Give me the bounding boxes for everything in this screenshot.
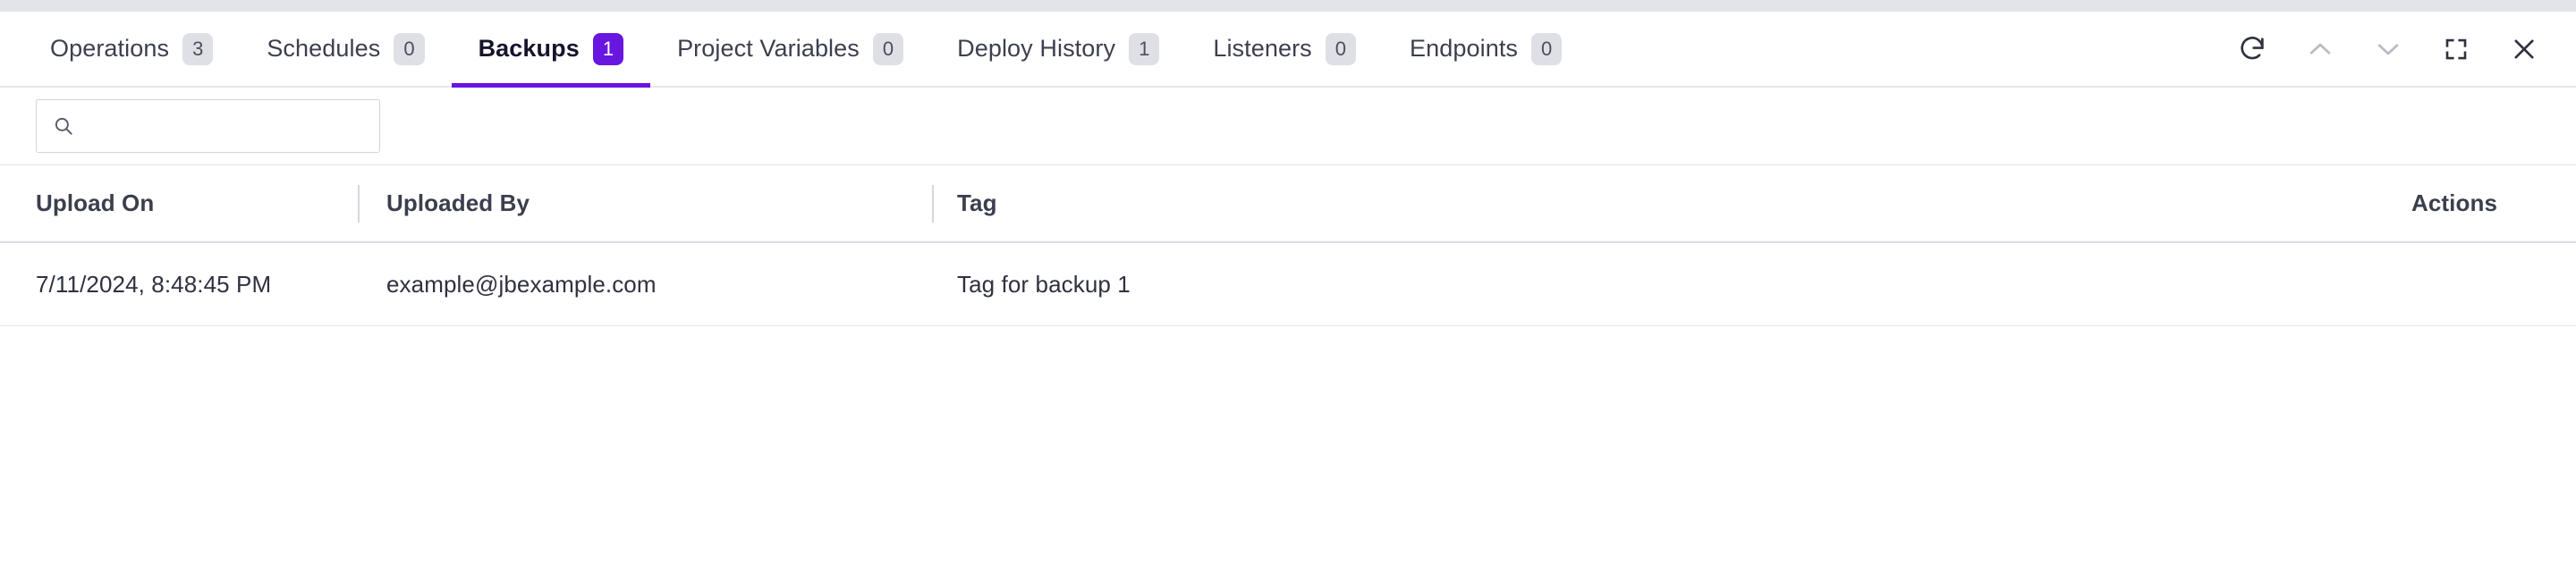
tab-endpoints[interactable]: Endpoints 0	[1383, 12, 1589, 86]
close-button[interactable]	[2506, 31, 2542, 67]
tab-project-variables[interactable]: Project Variables 0	[650, 12, 930, 86]
expand-down-button[interactable]	[2370, 31, 2406, 67]
cell-text: 7/11/2024, 8:48:45 PM	[36, 270, 272, 298]
window-controls	[2234, 31, 2576, 67]
tab-count-badge: 0	[1531, 32, 1563, 65]
refresh-icon	[2241, 36, 2264, 59]
tab-label: Project Variables	[677, 35, 860, 62]
chevron-down-icon	[2377, 43, 2399, 55]
tab-deploy-history[interactable]: Deploy History 1	[930, 12, 1186, 86]
column-header-actions: Actions	[2343, 165, 2576, 241]
tab-count-badge: 0	[1325, 32, 1357, 65]
cell-tag: Tag for backup 1	[932, 243, 2343, 325]
tab-count-badge: 1	[592, 32, 624, 65]
cell-upload-on: 7/11/2024, 8:48:45 PM	[0, 243, 358, 325]
tab-list: Operations 3 Schedules 0 Backups 1 Proje…	[0, 12, 1589, 88]
table-row[interactable]: 7/11/2024, 8:48:45 PM example@jbexample.…	[0, 243, 2576, 326]
column-header-label: Upload On	[36, 189, 155, 216]
cell-uploaded-by: example@jbexample.com	[358, 243, 932, 325]
column-header-tag[interactable]: Tag	[932, 165, 2343, 241]
active-tab-indicator	[451, 83, 651, 88]
close-icon	[2514, 38, 2534, 59]
search-input[interactable]	[86, 113, 364, 139]
collapse-up-button[interactable]	[2302, 31, 2338, 67]
tab-label: Operations	[50, 35, 170, 62]
search-box[interactable]	[36, 99, 380, 153]
backups-panel: Upload On Uploaded By Tag Actions 7/11/2…	[0, 88, 2576, 326]
fullscreen-button[interactable]	[2438, 31, 2474, 67]
table-header-row: Upload On Uploaded By Tag Actions	[0, 164, 2576, 243]
tab-count-badge: 0	[394, 32, 425, 65]
tab-schedules[interactable]: Schedules 0	[240, 12, 451, 86]
cell-text: example@jbexample.com	[386, 270, 657, 298]
tab-listeners[interactable]: Listeners 0	[1186, 12, 1383, 86]
tab-label: Schedules	[267, 35, 381, 62]
tab-label: Listeners	[1213, 35, 1312, 62]
tab-label: Backups	[478, 35, 580, 62]
backups-table: Upload On Uploaded By Tag Actions 7/11/2…	[0, 164, 2576, 326]
tab-backups[interactable]: Backups 1	[451, 12, 651, 88]
tab-label: Endpoints	[1410, 35, 1519, 62]
refresh-button[interactable]	[2234, 31, 2270, 67]
column-header-uploaded-by[interactable]: Uploaded By	[358, 165, 932, 241]
column-header-label: Tag	[957, 189, 997, 216]
column-header-label: Uploaded By	[386, 189, 530, 216]
tab-bar: Operations 3 Schedules 0 Backups 1 Proje…	[0, 12, 2576, 88]
window-top-strip	[0, 0, 2576, 12]
tab-count-badge: 3	[182, 32, 214, 65]
column-header-upload-on[interactable]: Upload On	[0, 165, 358, 241]
cell-text: Tag for backup 1	[957, 270, 1131, 298]
column-header-label: Actions	[2411, 189, 2498, 216]
tab-label: Deploy History	[957, 35, 1116, 62]
tab-operations[interactable]: Operations 3	[23, 12, 240, 86]
fullscreen-icon	[2445, 38, 2467, 59]
chevron-up-icon	[2309, 43, 2331, 55]
search-row	[0, 88, 2576, 164]
cell-actions[interactable]	[2343, 243, 2576, 325]
tab-count-badge: 0	[872, 32, 904, 65]
search-icon	[52, 114, 75, 138]
tab-count-badge: 1	[1129, 32, 1160, 65]
